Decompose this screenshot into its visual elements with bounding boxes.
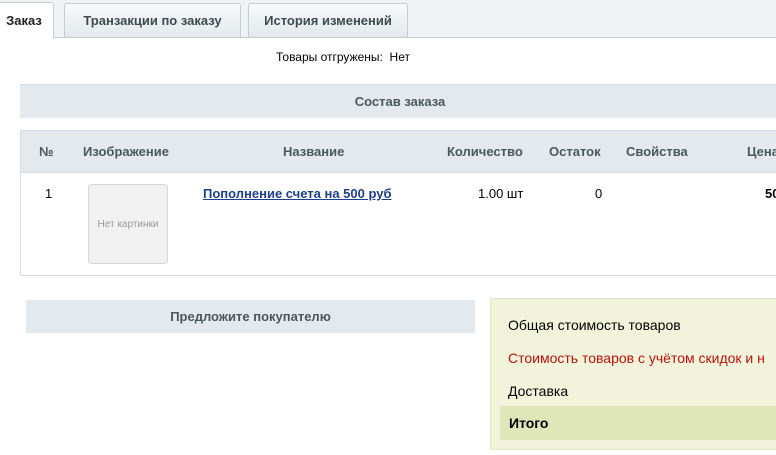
row-number: 1 [45,186,53,201]
row-stock: 0 [595,186,603,201]
shipped-value: Нет [389,50,410,64]
order-composition-title: Состав заказа [354,94,446,109]
product-name-link[interactable]: Пополнение счета на 500 руб [203,186,392,201]
no-image-label: Нет картинки [97,218,159,230]
row-quantity: 1.00 шт [478,186,524,201]
suggest-to-buyer-header: Предложите покупателю [26,300,475,333]
col-number: № [39,144,54,159]
total-label: Итого [509,415,549,431]
tab-bar: Заказ Транзакции по заказу История измен… [0,0,776,38]
col-name: Название [283,144,345,159]
col-stock: Остаток [549,144,601,159]
delivery-label: Доставка [508,383,569,399]
order-totals: Общая стоимость товаров Стоимость товаро… [490,298,776,450]
order-items-table: № Изображение Название Количество Остато… [20,130,776,276]
tab-order[interactable]: Заказ [0,2,54,38]
row-price: 50 [765,186,776,201]
product-image-placeholder: Нет картинки [88,184,168,264]
col-properties: Свойства [626,144,688,159]
table-header: № Изображение Название Количество Остато… [21,131,776,173]
col-price: Цена [747,144,776,159]
discount-cost-label: Стоимость товаров с учётом скидок и н [508,350,765,366]
total-row: Итого [500,406,776,440]
col-image: Изображение [83,144,169,159]
tab-transactions[interactable]: Транзакции по заказу [64,3,241,37]
tab-history[interactable]: История изменений [248,3,408,37]
suggest-title: Предложите покупателю [170,309,331,324]
col-quantity: Количество [447,144,523,159]
order-composition-header: Состав заказа [20,84,776,118]
items-cost-label: Общая стоимость товаров [508,317,681,333]
shipped-label: Товары отгружены: [276,50,383,64]
shipped-status: Товары отгружены: Нет [276,50,410,64]
